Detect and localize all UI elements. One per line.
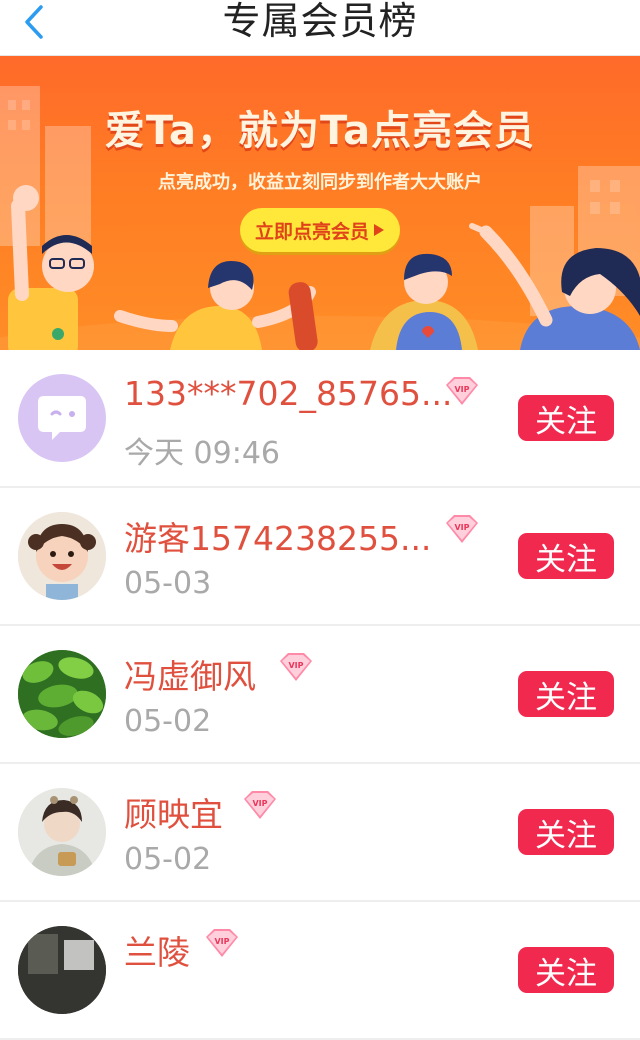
follow-button[interactable]: 关注 xyxy=(518,395,614,441)
portrait-photo-avatar[interactable] xyxy=(18,788,106,876)
child-photo-image xyxy=(18,512,106,600)
vip-diamond-icon: VIP xyxy=(206,929,238,957)
portrait-photo-image xyxy=(18,788,106,876)
vip-diamond-icon: VIP xyxy=(446,377,478,405)
chat-bubble-icon xyxy=(38,396,86,440)
member-name: 冯虚御风 xyxy=(124,657,256,696)
member-name: 游客1574238255... xyxy=(124,519,432,558)
svg-text:VIP: VIP xyxy=(454,385,469,394)
member-name: 兰陵 xyxy=(124,933,190,972)
follow-button[interactable]: 关注 xyxy=(518,947,614,993)
list-item[interactable]: 顾映宜 VIP 05-02 关注 xyxy=(0,764,640,902)
promo-banner[interactable]: 爱Ta，就为Ta点亮会员 点亮成功，收益立刻同步到作者大大账户 立即点亮会员 xyxy=(0,56,640,350)
list-item[interactable]: 133***702_85765... VIP 今天 09:46 关注 xyxy=(0,350,640,488)
follow-button[interactable]: 关注 xyxy=(518,809,614,855)
child-photo-avatar[interactable] xyxy=(18,512,106,600)
member-date: 05-02 xyxy=(124,842,212,877)
vip-diamond-icon: VIP xyxy=(244,791,276,819)
banner-headline: 爱Ta，就为Ta点亮会员 xyxy=(104,108,536,154)
list-item[interactable]: 游客1574238255... VIP 05-03 关注 xyxy=(0,488,640,626)
dark-photo-avatar[interactable] xyxy=(18,926,106,1014)
vip-diamond-icon: VIP xyxy=(280,653,312,681)
green-plant-image xyxy=(18,650,106,738)
chat-bubble-avatar[interactable] xyxy=(18,374,106,462)
dark-photo-image xyxy=(18,926,106,1014)
svg-text:VIP: VIP xyxy=(252,799,267,808)
list-item[interactable]: 兰陵 VIP 关注 xyxy=(0,902,640,1040)
play-arrow-icon xyxy=(374,224,384,236)
page-title: 专属会员榜 xyxy=(222,0,418,43)
banner-subline: 点亮成功，收益立刻同步到作者大大账户 xyxy=(158,172,482,193)
light-up-membership-button[interactable]: 立即点亮会员 xyxy=(240,208,400,252)
top-bar: 专属会员榜 xyxy=(0,0,640,56)
member-list: 133***702_85765... VIP 今天 09:46 关注 游客157… xyxy=(0,350,640,1040)
cta-label: 立即点亮会员 xyxy=(254,220,369,243)
member-name: 133***702_85765... xyxy=(124,374,453,413)
follow-button[interactable]: 关注 xyxy=(518,533,614,579)
member-date: 今天 09:46 xyxy=(124,436,280,471)
member-date: 05-02 xyxy=(124,704,212,739)
list-item[interactable]: 冯虚御风 VIP 05-02 关注 xyxy=(0,626,640,764)
green-plant-avatar[interactable] xyxy=(18,650,106,738)
follow-button[interactable]: 关注 xyxy=(518,671,614,717)
svg-text:VIP: VIP xyxy=(288,661,303,670)
member-name: 顾映宜 xyxy=(124,795,223,834)
svg-text:VIP: VIP xyxy=(454,523,469,532)
vip-diamond-icon: VIP xyxy=(446,515,478,543)
member-date: 05-03 xyxy=(124,566,212,601)
